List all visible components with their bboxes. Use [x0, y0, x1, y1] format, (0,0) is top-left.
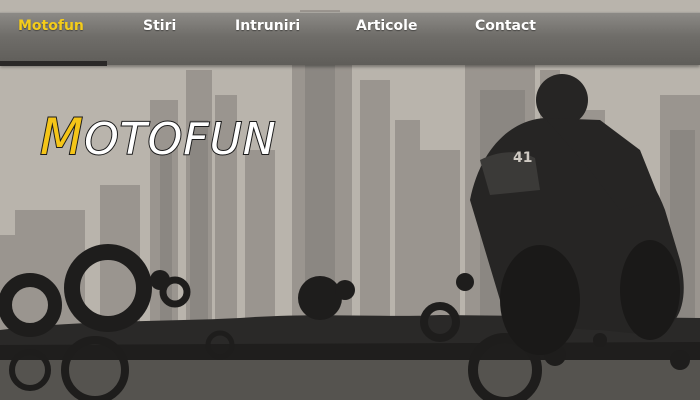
rider-number: 41 — [513, 150, 532, 166]
main-navigation: Motofun Stiri Intruniri Articole Contact — [0, 12, 700, 66]
logo-first-letter: M — [39, 107, 85, 167]
logo-text: OTOFUN — [83, 113, 277, 166]
nav-item-articole[interactable]: Articole — [356, 0, 417, 52]
nav-item-stiri[interactable]: Stiri — [143, 0, 176, 52]
active-nav-indicator — [0, 61, 107, 66]
hero-banner: 41 Motofun Stiri Intruniri Articole Cont… — [0, 0, 700, 400]
nav-item-contact[interactable]: Contact — [475, 0, 536, 52]
site-logo[interactable]: MOTOFUN — [39, 107, 277, 167]
nav-item-intruniri[interactable]: Intruniri — [235, 0, 300, 52]
nav-item-motofun[interactable]: Motofun — [18, 0, 84, 52]
